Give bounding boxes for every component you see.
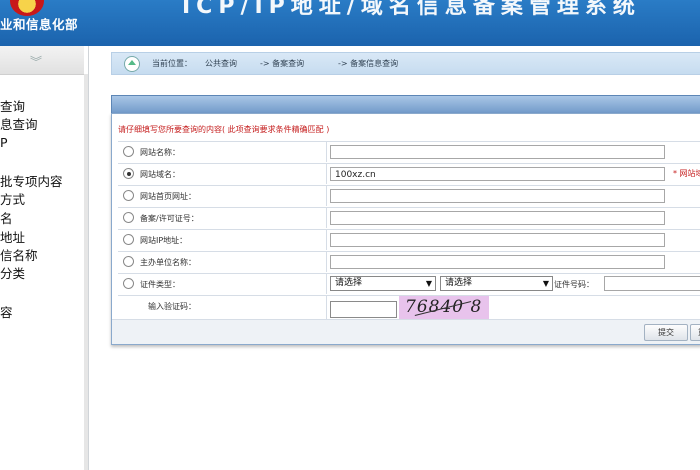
- form-hint: 请仔细填写您所要查询的内容( 此项查询要求条件精确匹配 ): [118, 125, 330, 134]
- sidebar-item[interactable]: 方式: [0, 193, 25, 207]
- home-icon[interactable]: [124, 56, 140, 72]
- row-label: 网站域名：: [140, 170, 180, 179]
- column-divider: [326, 186, 327, 206]
- column-divider: [326, 274, 327, 294]
- select-value: 请选择: [335, 278, 363, 288]
- radio-license[interactable]: [123, 212, 134, 223]
- site-name-input[interactable]: [330, 145, 665, 159]
- sidebar-item[interactable]: 批专项内容: [0, 175, 63, 189]
- panel-title-bar: [111, 95, 700, 115]
- query-row-id-type: 证件类型： 请选择 ▼ 请选择 ▼ 证件号码：: [118, 273, 700, 294]
- query-row-organizer: 主办单位名称：: [118, 251, 700, 272]
- breadcrumb: 当前位置： 公共查询 -> 备案查询 -> 备案信息查询: [111, 52, 700, 75]
- org-name: 业和信息化部: [0, 17, 79, 32]
- sidebar: ︾ 查询 息查询 P 批专项内容 方式 名 地址 信名称 分类 容: [0, 46, 89, 470]
- breadcrumb-item[interactable]: -> 备案查询: [260, 58, 304, 69]
- query-panel: 请仔细填写您所要查询的内容( 此项查询要求条件精确匹配 ) 网站名称： 网站域名…: [111, 113, 700, 345]
- sidebar-item[interactable]: 地址: [0, 231, 25, 245]
- breadcrumb-item[interactable]: 公共查询: [205, 58, 237, 69]
- row-label: 网站首页网址：: [140, 192, 196, 201]
- radio-site-name[interactable]: [123, 146, 134, 157]
- sidebar-item[interactable]: 容: [0, 306, 13, 320]
- sidebar-item[interactable]: 分类: [0, 267, 25, 281]
- query-row-license: 备案/许可证号：: [118, 207, 700, 228]
- dropdown-arrow-icon: ▼: [542, 279, 549, 288]
- radio-domain[interactable]: [123, 168, 134, 179]
- column-divider: [326, 230, 327, 250]
- id-number-label: 证件号码：: [554, 280, 594, 289]
- captcha-label: 输入验证码：: [148, 302, 196, 311]
- sidebar-header: ︾: [0, 46, 84, 75]
- sidebar-item[interactable]: 名: [0, 212, 13, 226]
- submit-button[interactable]: 提交: [644, 324, 688, 341]
- homepage-input[interactable]: [330, 189, 665, 203]
- row-label: 网站名称：: [140, 148, 180, 157]
- domain-input[interactable]: 100xz.cn: [330, 167, 665, 181]
- row-label: 网站IP地址：: [140, 236, 188, 245]
- radio-organizer[interactable]: [123, 256, 134, 267]
- required-note: * 网站域: [673, 169, 700, 178]
- reset-button[interactable]: 重置: [690, 324, 700, 341]
- id-subtype-select[interactable]: 请选择 ▼: [440, 276, 553, 291]
- organizer-input[interactable]: [330, 255, 665, 269]
- ip-input[interactable]: [330, 233, 665, 247]
- row-label: 证件类型：: [140, 280, 180, 289]
- select-value: 请选择: [445, 278, 473, 288]
- query-row-site-name: 网站名称：: [118, 141, 700, 162]
- sidebar-item[interactable]: 查询: [0, 100, 25, 114]
- query-row-ip: 网站IP地址：: [118, 229, 700, 250]
- query-row-captcha: 输入验证码： 76840 8: [118, 295, 700, 321]
- collapse-icon[interactable]: ︾: [30, 53, 42, 70]
- row-label: 备案/许可证号：: [140, 214, 199, 223]
- column-divider: [326, 252, 327, 272]
- column-divider: [326, 296, 327, 320]
- radio-homepage[interactable]: [123, 190, 134, 201]
- license-input[interactable]: [330, 211, 665, 225]
- column-divider: [326, 142, 327, 162]
- row-label: 主办单位名称：: [140, 258, 196, 267]
- sidebar-item[interactable]: 息查询: [0, 118, 38, 132]
- sidebar-item[interactable]: P: [0, 136, 8, 150]
- button-bar: 提交 重置: [112, 319, 700, 344]
- breadcrumb-prefix: 当前位置：: [152, 59, 192, 68]
- radio-ip[interactable]: [123, 234, 134, 245]
- sidebar-scrollbar[interactable]: [84, 74, 88, 470]
- query-row-domain: 网站域名： 100xz.cn * 网站域: [118, 163, 700, 184]
- dropdown-arrow-icon: ▼: [425, 279, 432, 288]
- column-divider: [326, 164, 327, 184]
- radio-id-type[interactable]: [123, 278, 134, 289]
- captcha-input[interactable]: [330, 301, 397, 318]
- id-number-input[interactable]: [604, 276, 700, 291]
- column-divider: [326, 208, 327, 228]
- sidebar-item[interactable]: 信名称: [0, 249, 38, 263]
- query-row-homepage: 网站首页网址：: [118, 185, 700, 206]
- breadcrumb-item: -> 备案信息查询: [338, 59, 399, 68]
- site-header: 业和信息化部 ICP/IP地址/域名信息备案管理系统: [0, 0, 700, 46]
- system-banner-title: ICP/IP地址/域名信息备案管理系统: [182, 0, 641, 19]
- id-type-select[interactable]: 请选择 ▼: [330, 276, 436, 291]
